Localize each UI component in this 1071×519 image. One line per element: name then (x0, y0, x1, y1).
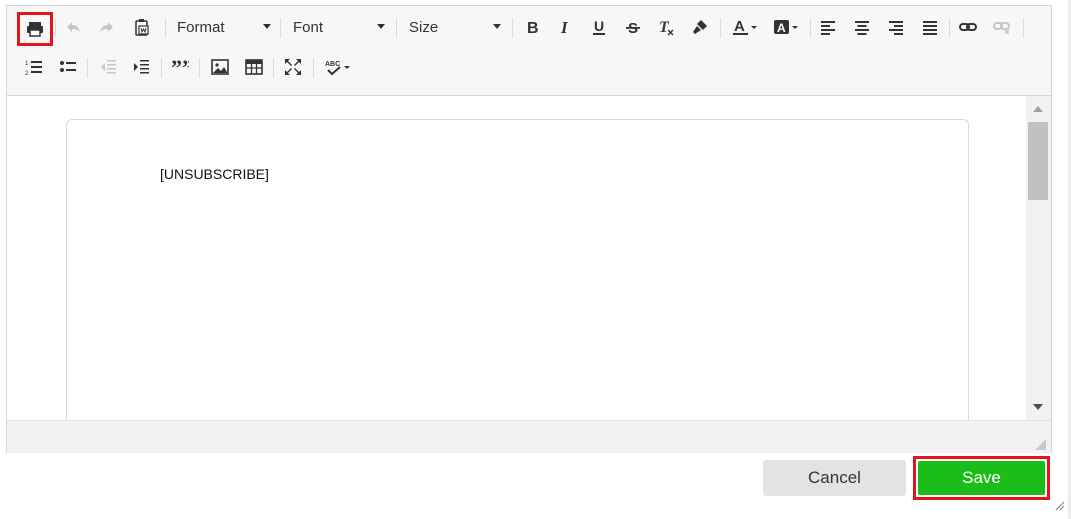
save-button[interactable]: Save (918, 461, 1045, 495)
bold-icon[interactable]: B (519, 14, 545, 40)
svg-text:B: B (527, 20, 539, 36)
chevron-down-icon (493, 24, 501, 29)
align-right-icon[interactable] (883, 14, 909, 40)
separator (161, 58, 162, 78)
resize-grip-icon[interactable] (1035, 439, 1046, 450)
size-dropdown[interactable]: Size (409, 15, 501, 39)
clear-formatting-icon[interactable]: T (653, 14, 679, 40)
svg-text:2: 2 (25, 71, 29, 76)
separator (55, 18, 56, 38)
toolbar-row-1: Format Font Size B I U S T A A (7, 6, 1051, 46)
align-justify-icon[interactable] (917, 14, 943, 40)
dialog-resize-handle-icon[interactable] (1053, 498, 1065, 511)
cancel-button[interactable]: Cancel (763, 460, 906, 496)
paste-from-word-icon[interactable] (129, 14, 155, 40)
svg-text:U: U (594, 18, 604, 34)
separator (87, 58, 88, 78)
strikethrough-icon[interactable]: S (620, 14, 646, 40)
svg-text:A: A (734, 18, 745, 35)
ordered-list-icon[interactable]: 12 (21, 54, 47, 80)
font-dropdown[interactable]: Font (293, 15, 385, 39)
align-center-icon[interactable] (849, 14, 875, 40)
undo-icon[interactable] (61, 14, 87, 40)
editor-toolbar: Format Font Size B I U S T A A 1 2 ” ABC (7, 6, 1051, 96)
rich-text-editor: Format Font Size B I U S T A A 1 2 ” ABC… (6, 5, 1052, 453)
font-dropdown-label: Font (293, 18, 324, 36)
separator (949, 18, 950, 38)
separator (1023, 18, 1024, 38)
chevron-down-icon (377, 24, 385, 29)
unordered-list-icon[interactable] (55, 54, 81, 80)
separator (273, 58, 274, 78)
print-icon[interactable] (17, 12, 53, 46)
svg-text:””: ”” (171, 58, 189, 76)
format-painter-icon[interactable] (687, 14, 713, 40)
table-icon[interactable] (241, 54, 267, 80)
separator (810, 18, 811, 38)
svg-text:ABC: ABC (325, 61, 340, 68)
outdent-icon[interactable] (95, 54, 121, 80)
vertical-scrollbar[interactable] (1026, 96, 1051, 420)
format-dropdown[interactable]: Format (177, 15, 271, 39)
document-page[interactable]: [UNSUBSCRIBE] (66, 119, 969, 420)
svg-text:T: T (659, 19, 670, 36)
format-dropdown-label: Format (177, 18, 225, 36)
blockquote-icon[interactable]: ”” (167, 54, 193, 80)
image-icon[interactable] (207, 54, 233, 80)
separator (396, 18, 397, 38)
separator (512, 18, 513, 38)
indent-icon[interactable] (128, 54, 154, 80)
chevron-down-icon (263, 24, 271, 29)
underline-icon[interactable]: U (586, 14, 612, 40)
spellcheck-icon[interactable]: ABC (321, 54, 355, 80)
background-color-icon[interactable]: A (770, 14, 804, 40)
svg-text:A: A (777, 21, 786, 35)
save-button-highlight: Save (913, 456, 1050, 500)
text-color-icon[interactable]: A (729, 14, 763, 40)
svg-text:1: 1 (25, 61, 29, 67)
editor-statusbar (7, 420, 1051, 453)
link-icon[interactable] (955, 14, 981, 40)
fullscreen-icon[interactable] (280, 54, 306, 80)
separator (720, 18, 721, 38)
italic-icon[interactable]: I (552, 14, 578, 40)
document-text[interactable]: [UNSUBSCRIBE] (160, 166, 269, 182)
redo-icon[interactable] (93, 14, 119, 40)
scrollbar-thumb[interactable] (1028, 122, 1048, 200)
separator (165, 18, 166, 38)
size-dropdown-label: Size (409, 18, 439, 36)
scroll-up-arrow-icon[interactable] (1033, 106, 1043, 112)
separator (199, 58, 200, 78)
editor-content-area[interactable]: [UNSUBSCRIBE] (7, 96, 1026, 420)
svg-text:I: I (560, 18, 569, 36)
align-left-icon[interactable] (815, 14, 841, 40)
unlink-icon[interactable] (989, 14, 1015, 40)
separator (280, 18, 281, 38)
separator (313, 58, 314, 78)
scroll-down-arrow-icon[interactable] (1033, 404, 1043, 410)
toolbar-row-2: 12 ”” (7, 46, 1051, 86)
